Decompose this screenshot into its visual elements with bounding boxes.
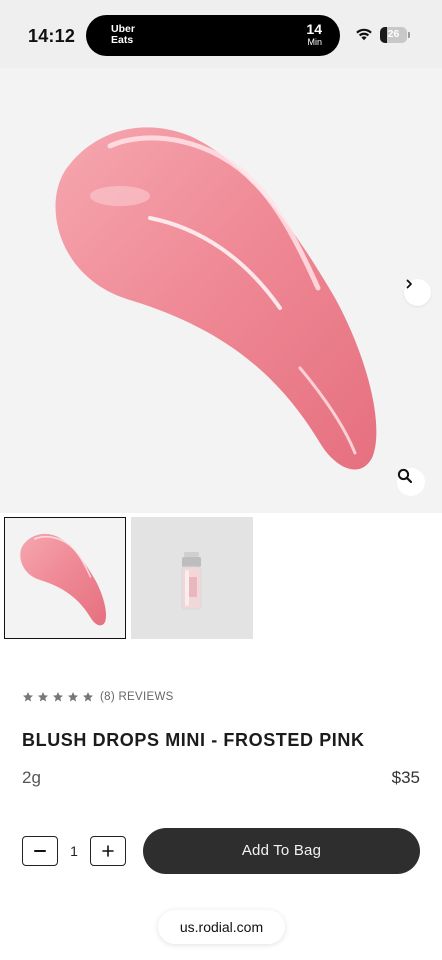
uber-eats-logo: Uber Eats (111, 23, 135, 46)
chevron-right-icon (406, 279, 412, 289)
add-to-bag-button[interactable]: Add To Bag (143, 828, 420, 874)
star-icon (83, 692, 93, 702)
product-page: 14:12 Uber Eats 14 Min 26 (8) REVIEWS BL… (0, 0, 442, 960)
minus-icon (34, 850, 46, 852)
product-price: $35 (391, 768, 420, 787)
zoom-button[interactable] (397, 468, 425, 496)
battery-cap (408, 32, 410, 38)
delivery-eta: 14 Min (306, 22, 322, 48)
magnifier-icon (397, 468, 413, 484)
wifi-icon (356, 28, 372, 41)
next-image-button[interactable] (404, 279, 431, 306)
bottle-thumbnail-image (181, 552, 202, 610)
battery-icon: 26 (380, 27, 407, 43)
increase-quantity-button[interactable] (90, 836, 126, 866)
status-time: 14:12 (28, 26, 76, 46)
decrease-quantity-button[interactable] (22, 836, 58, 866)
product-title: BLUSH DROPS MINI - FROSTED PINK (22, 730, 365, 750)
status-bar: 14:12 Uber Eats 14 Min 26 (0, 0, 442, 68)
thumbnail-swatch[interactable] (4, 517, 126, 639)
star-icon (23, 692, 33, 702)
swatch-image (55, 127, 377, 470)
plus-icon (102, 845, 114, 857)
product-variant: 2g (22, 768, 41, 787)
star-icon (38, 692, 48, 702)
rating-stars (22, 691, 97, 703)
product-image-main[interactable] (0, 68, 442, 513)
quantity-value[interactable]: 1 (58, 836, 90, 866)
battery-level: 26 (387, 28, 400, 40)
eta-value: 14 (306, 21, 322, 37)
eta-unit: Min (307, 37, 322, 47)
swatch-thumbnail-image (20, 533, 107, 626)
quantity-stepper: 1 (22, 836, 126, 866)
browser-url-bar[interactable]: us.rodial.com (158, 910, 285, 944)
rating-row[interactable]: (8) REVIEWS (22, 689, 174, 705)
thumbnail-bottle[interactable] (131, 517, 253, 639)
star-icon (53, 692, 63, 702)
reviews-link[interactable]: (8) REVIEWS (100, 691, 174, 703)
star-icon (68, 692, 78, 702)
dynamic-island-live-activity[interactable]: Uber Eats 14 Min (86, 15, 340, 56)
